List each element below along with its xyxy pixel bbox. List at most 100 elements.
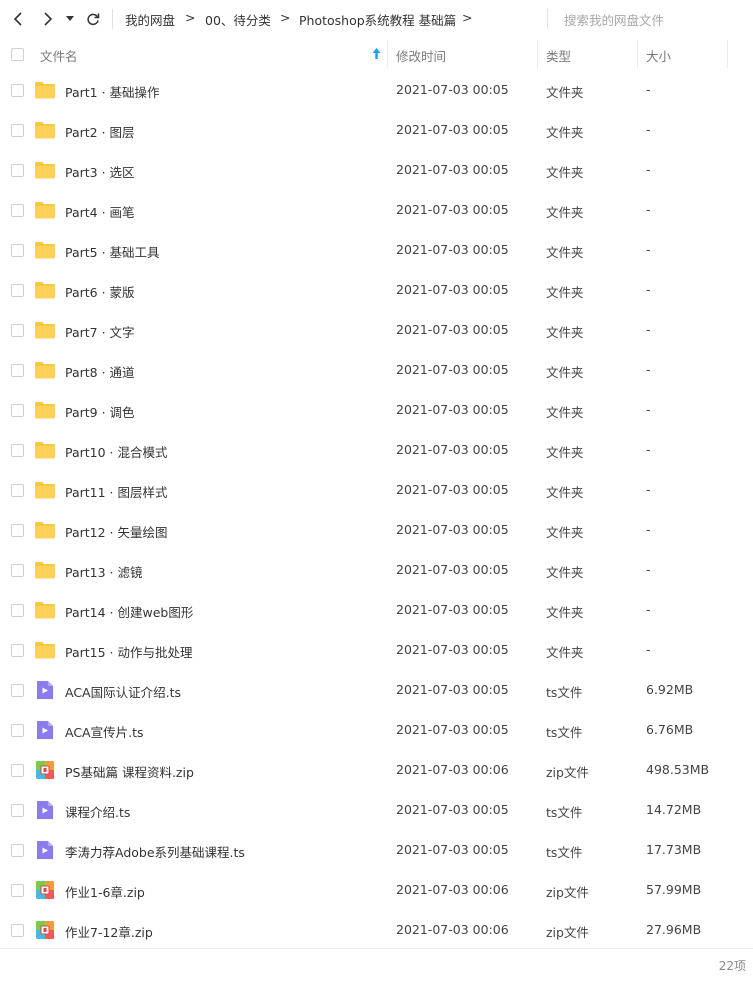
- file-type: 文件夹: [546, 85, 584, 100]
- file-name[interactable]: Part8 · 通道: [65, 362, 135, 381]
- column-header-size[interactable]: 大小: [646, 46, 671, 65]
- column-header-modified[interactable]: 修改时间: [396, 46, 446, 65]
- file-name[interactable]: Part7 · 文字: [65, 322, 135, 341]
- row-checkbox[interactable]: [11, 324, 24, 337]
- file-row[interactable]: Part1 · 基础操作 2021-07-03 00:05 文件夹 -: [0, 70, 753, 110]
- row-checkbox[interactable]: [11, 764, 24, 777]
- file-name[interactable]: 课程介绍.ts: [65, 802, 130, 821]
- file-row[interactable]: 课程介绍.ts 2021-07-03 00:05 ts文件 14.72MB: [0, 790, 753, 830]
- file-name[interactable]: Part15 · 动作与批处理: [65, 642, 193, 661]
- sort-ascending-icon[interactable]: [372, 48, 381, 59]
- row-checkbox[interactable]: [11, 284, 24, 297]
- file-row[interactable]: Part14 · 创建web图形 2021-07-03 00:05 文件夹 -: [0, 590, 753, 630]
- file-name[interactable]: Part13 · 滤镜: [65, 562, 143, 581]
- column-header-type[interactable]: 类型: [546, 46, 571, 65]
- breadcrumb-item-uncategorized[interactable]: 00、待分类: [205, 10, 271, 29]
- file-name[interactable]: Part4 · 画笔: [65, 202, 135, 221]
- file-name[interactable]: Part11 · 图层样式: [65, 482, 168, 501]
- file-list: Part1 · 基础操作 2021-07-03 00:05 文件夹 - Part2 · …: [0, 70, 753, 950]
- file-name[interactable]: Part14 · 创建web图形: [65, 602, 193, 621]
- file-size: 498.53MB: [646, 762, 710, 777]
- row-checkbox[interactable]: [11, 924, 24, 937]
- file-row[interactable]: Part7 · 文字 2021-07-03 00:05 文件夹 -: [0, 310, 753, 350]
- row-checkbox[interactable]: [11, 524, 24, 537]
- history-dropdown-button[interactable]: [63, 8, 77, 30]
- file-name[interactable]: 作业7-12章.zip: [65, 922, 153, 941]
- column-header-name[interactable]: 文件名: [40, 46, 78, 65]
- file-row[interactable]: PS基础篇 课程资料.zip 2021-07-03 00:06 zip文件 498.5…: [0, 750, 753, 790]
- column-divider[interactable]: [387, 40, 388, 68]
- row-checkbox[interactable]: [11, 844, 24, 857]
- file-row[interactable]: Part2 · 图层 2021-07-03 00:05 文件夹 -: [0, 110, 753, 150]
- file-row[interactable]: Part10 · 混合模式 2021-07-03 00:05 文件夹 -: [0, 430, 753, 470]
- file-row[interactable]: Part13 · 滤镜 2021-07-03 00:05 文件夹 -: [0, 550, 753, 590]
- row-checkbox[interactable]: [11, 564, 24, 577]
- row-checkbox[interactable]: [11, 724, 24, 737]
- file-row[interactable]: Part12 · 矢量绘图 2021-07-03 00:05 文件夹 -: [0, 510, 753, 550]
- file-row[interactable]: Part11 · 图层样式 2021-07-03 00:05 文件夹 -: [0, 470, 753, 510]
- file-modified-time: 2021-07-03 00:05: [396, 322, 509, 337]
- row-checkbox[interactable]: [11, 644, 24, 657]
- file-row[interactable]: 李涛力荐Adobe系列基础课程.ts 2021-07-03 00:05 ts文件 17…: [0, 830, 753, 870]
- file-row[interactable]: ACA宣传片.ts 2021-07-03 00:05 ts文件 6.76MB: [0, 710, 753, 750]
- file-row[interactable]: Part15 · 动作与批处理 2021-07-03 00:05 文件夹 -: [0, 630, 753, 670]
- file-name[interactable]: PS基础篇 课程资料.zip: [65, 762, 194, 781]
- row-checkbox[interactable]: [11, 884, 24, 897]
- file-row[interactable]: Part5 · 基础工具 2021-07-03 00:05 文件夹 -: [0, 230, 753, 270]
- file-row[interactable]: Part3 · 选区 2021-07-03 00:05 文件夹 -: [0, 150, 753, 190]
- row-checkbox[interactable]: [11, 484, 24, 497]
- file-name[interactable]: Part1 · 基础操作: [65, 82, 160, 101]
- file-row[interactable]: ACA国际认证介绍.ts 2021-07-03 00:05 ts文件 6.92MB: [0, 670, 753, 710]
- select-all-checkbox[interactable]: [11, 48, 24, 61]
- file-name[interactable]: 李涛力荐Adobe系列基础课程.ts: [65, 842, 245, 861]
- row-checkbox[interactable]: [11, 204, 24, 217]
- file-type: ts文件: [546, 845, 583, 860]
- file-size: 17.73MB: [646, 842, 702, 857]
- forward-button[interactable]: [38, 8, 58, 30]
- file-name[interactable]: Part2 · 图层: [65, 122, 135, 141]
- row-checkbox[interactable]: [11, 84, 24, 97]
- folder-icon: [34, 280, 56, 300]
- row-checkbox[interactable]: [11, 684, 24, 697]
- file-name[interactable]: Part6 · 蒙版: [65, 282, 135, 301]
- file-name[interactable]: ACA宣传片.ts: [65, 722, 144, 741]
- folder-icon: [34, 360, 56, 380]
- row-checkbox[interactable]: [11, 604, 24, 617]
- column-divider[interactable]: [727, 40, 728, 68]
- file-type: 文件夹: [546, 125, 584, 140]
- file-size: -: [646, 442, 651, 457]
- search-input[interactable]: 搜索我的网盘文件: [564, 10, 664, 29]
- file-name[interactable]: 作业1-6章.zip: [65, 882, 145, 901]
- column-divider[interactable]: [637, 40, 638, 68]
- column-divider[interactable]: [537, 40, 538, 68]
- refresh-button[interactable]: [83, 8, 103, 30]
- row-checkbox[interactable]: [11, 364, 24, 377]
- row-checkbox[interactable]: [11, 404, 24, 417]
- file-modified-time: 2021-07-03 00:06: [396, 922, 509, 937]
- file-modified-time: 2021-07-03 00:05: [396, 402, 509, 417]
- breadcrumb-item-current-folder[interactable]: Photoshop系统教程 基础篇: [299, 10, 456, 29]
- file-name[interactable]: Part9 · 调色: [65, 402, 135, 421]
- row-checkbox[interactable]: [11, 444, 24, 457]
- file-name[interactable]: Part5 · 基础工具: [65, 242, 160, 261]
- file-row[interactable]: Part8 · 通道 2021-07-03 00:05 文件夹 -: [0, 350, 753, 390]
- file-row[interactable]: Part9 · 调色 2021-07-03 00:05 文件夹 -: [0, 390, 753, 430]
- video-icon: [34, 720, 56, 740]
- file-modified-time: 2021-07-03 00:05: [396, 722, 509, 737]
- breadcrumb-separator: >: [185, 10, 196, 25]
- file-row[interactable]: 作业7-12章.zip 2021-07-03 00:06 zip文件 27.96MB: [0, 910, 753, 950]
- row-checkbox[interactable]: [11, 804, 24, 817]
- file-name[interactable]: ACA国际认证介绍.ts: [65, 682, 181, 701]
- back-button[interactable]: [8, 8, 28, 30]
- file-row[interactable]: Part4 · 画笔 2021-07-03 00:05 文件夹 -: [0, 190, 753, 230]
- file-name[interactable]: Part3 · 选区: [65, 162, 135, 181]
- file-name[interactable]: Part12 · 矢量绘图: [65, 522, 168, 541]
- file-modified-time: 2021-07-03 00:05: [396, 362, 509, 377]
- row-checkbox[interactable]: [11, 164, 24, 177]
- row-checkbox[interactable]: [11, 124, 24, 137]
- row-checkbox[interactable]: [11, 244, 24, 257]
- file-name[interactable]: Part10 · 混合模式: [65, 442, 168, 461]
- file-row[interactable]: Part6 · 蒙版 2021-07-03 00:05 文件夹 -: [0, 270, 753, 310]
- breadcrumb-item-my-drive[interactable]: 我的网盘: [125, 10, 175, 29]
- file-row[interactable]: 作业1-6章.zip 2021-07-03 00:06 zip文件 57.99MB: [0, 870, 753, 910]
